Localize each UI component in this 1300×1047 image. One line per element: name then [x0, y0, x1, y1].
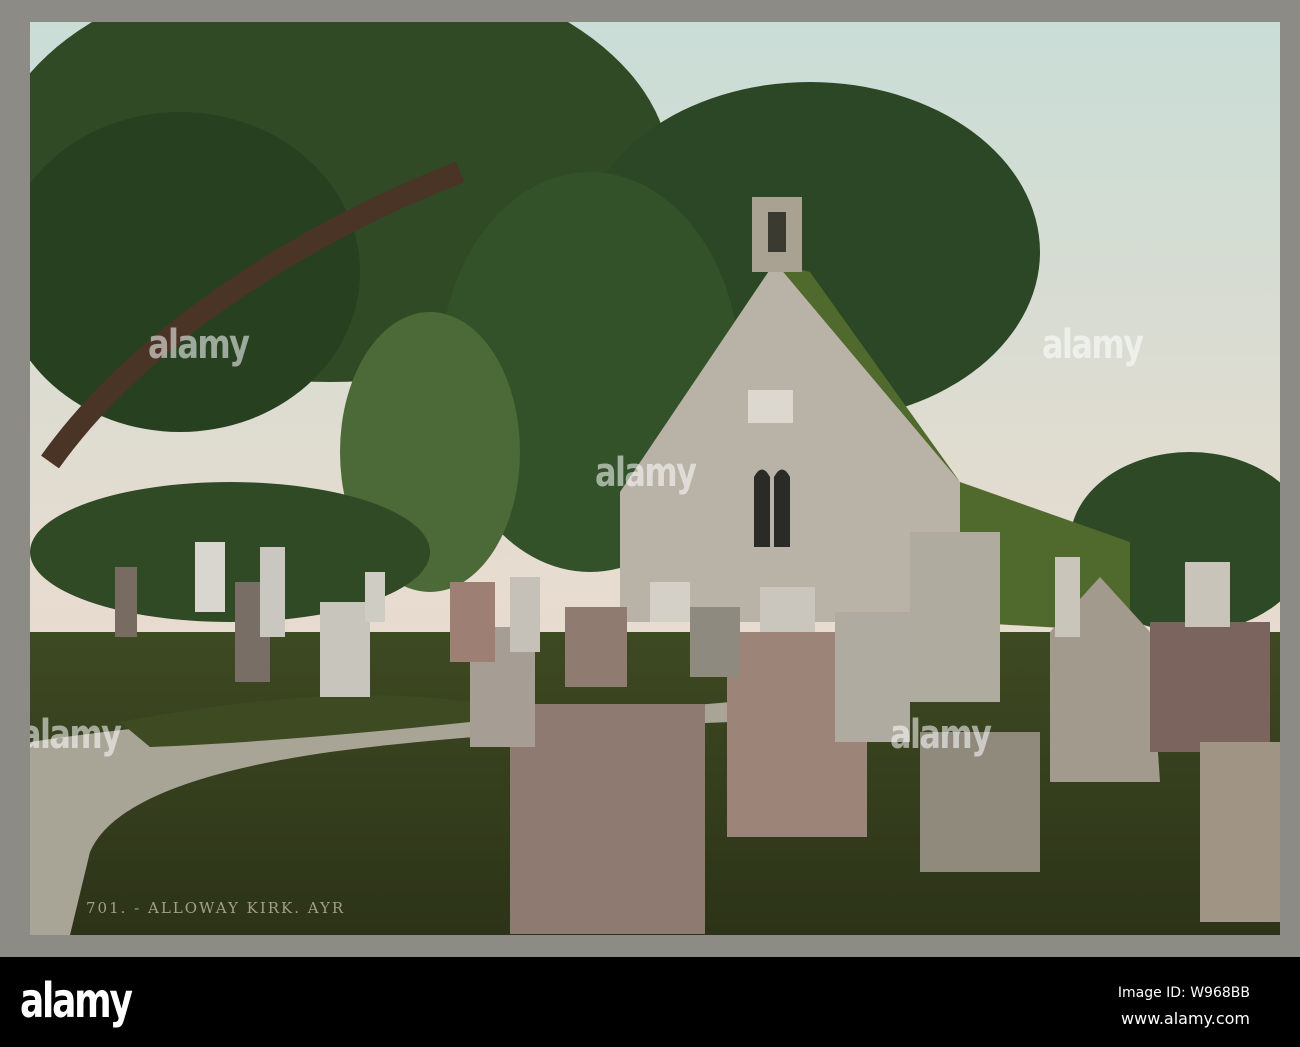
- watermark: alamy: [595, 450, 697, 496]
- watermark: alamy: [1042, 322, 1144, 368]
- watermark: alamy: [148, 322, 250, 368]
- alamy-logo: alamy: [20, 973, 133, 1029]
- watermark-footer: alamy Image ID: W968BB www.alamy.com: [0, 957, 1300, 1047]
- watermark: alamy: [30, 712, 122, 758]
- image-id: Image ID: W968BB: [1117, 985, 1250, 1001]
- photograph: alamy alamy alamy alamy alamy 701. - ALL…: [30, 22, 1280, 935]
- website-link[interactable]: www.alamy.com: [1121, 1009, 1250, 1028]
- photo-caption: 701. - ALLOWAY KIRK. AYR: [86, 899, 346, 917]
- watermark: alamy: [890, 712, 992, 758]
